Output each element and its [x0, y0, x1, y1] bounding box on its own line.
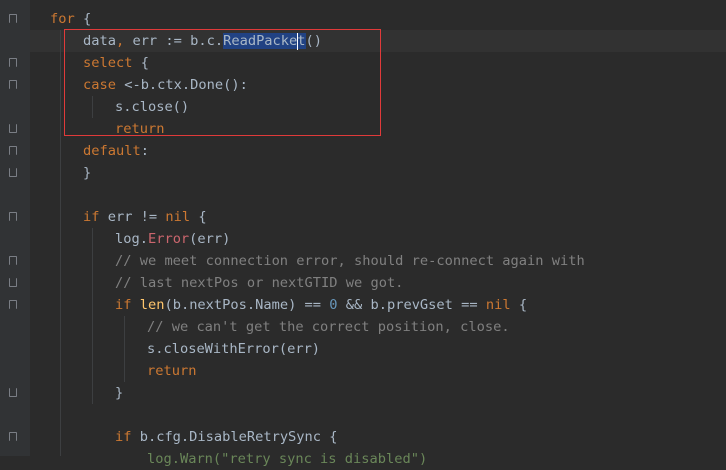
code-token: default — [83, 143, 141, 159]
code-token: // last nextPos or nextGTID we got. — [115, 275, 404, 291]
code-token: (b.nextPos.Name) == — [164, 297, 330, 313]
code-token: log.Warn("retry sync is disabled") — [147, 451, 428, 467]
code-line[interactable]: return — [147, 360, 196, 382]
code-line[interactable]: if len(b.nextPos.Name) == 0 && b.prevGse… — [115, 294, 527, 316]
code-token: Error — [147, 231, 190, 247]
code-token: // we can't get the correct position, cl… — [147, 319, 510, 335]
text-cursor — [297, 33, 298, 50]
code-token: { — [74, 11, 92, 27]
code-token: if — [83, 209, 100, 225]
code-token: // we meet connection error, should re-c… — [115, 253, 585, 269]
code-token: if — [115, 429, 132, 445]
code-token: len — [139, 297, 165, 313]
code-token: if — [115, 297, 132, 313]
code-token: && b.prevGset == — [337, 297, 486, 313]
code-line[interactable]: default: — [83, 140, 149, 162]
code-line[interactable]: for { — [50, 8, 91, 30]
code-line[interactable]: log.Warn("retry sync is disabled") — [147, 448, 427, 470]
code-line[interactable]: log.Error(err) — [115, 228, 230, 250]
code-line[interactable]: // last nextPos or nextGTID we got. — [115, 272, 403, 294]
code-token: for — [50, 11, 75, 27]
code-token: log. — [115, 231, 148, 247]
code-token: (err) — [189, 231, 231, 247]
code-token: { — [510, 297, 528, 313]
code-token: 0 — [329, 297, 338, 313]
code-line[interactable]: if b.cfg.DisableRetrySync { — [115, 426, 338, 448]
code-token: } — [115, 385, 124, 401]
annotation-highlight-box — [64, 29, 381, 136]
code-token: return — [147, 363, 197, 379]
code-line[interactable]: // we meet connection error, should re-c… — [115, 250, 585, 272]
code-token: : — [140, 143, 149, 159]
code-token: err != — [99, 209, 166, 225]
code-line[interactable]: s.closeWithError(err) — [147, 338, 320, 360]
code-token: { — [190, 209, 207, 225]
code-token: nil — [485, 297, 511, 313]
code-line[interactable]: } — [83, 162, 91, 184]
code-token: s.closeWithError(err) — [147, 341, 321, 357]
code-line[interactable]: } — [115, 382, 123, 404]
code-line[interactable]: if err != nil { — [83, 206, 207, 228]
code-token: nil — [165, 209, 191, 225]
code-token: } — [83, 165, 92, 181]
code-line[interactable]: // we can't get the correct position, cl… — [147, 316, 510, 338]
code-token: b.cfg.DisableRetrySync { — [131, 429, 338, 445]
